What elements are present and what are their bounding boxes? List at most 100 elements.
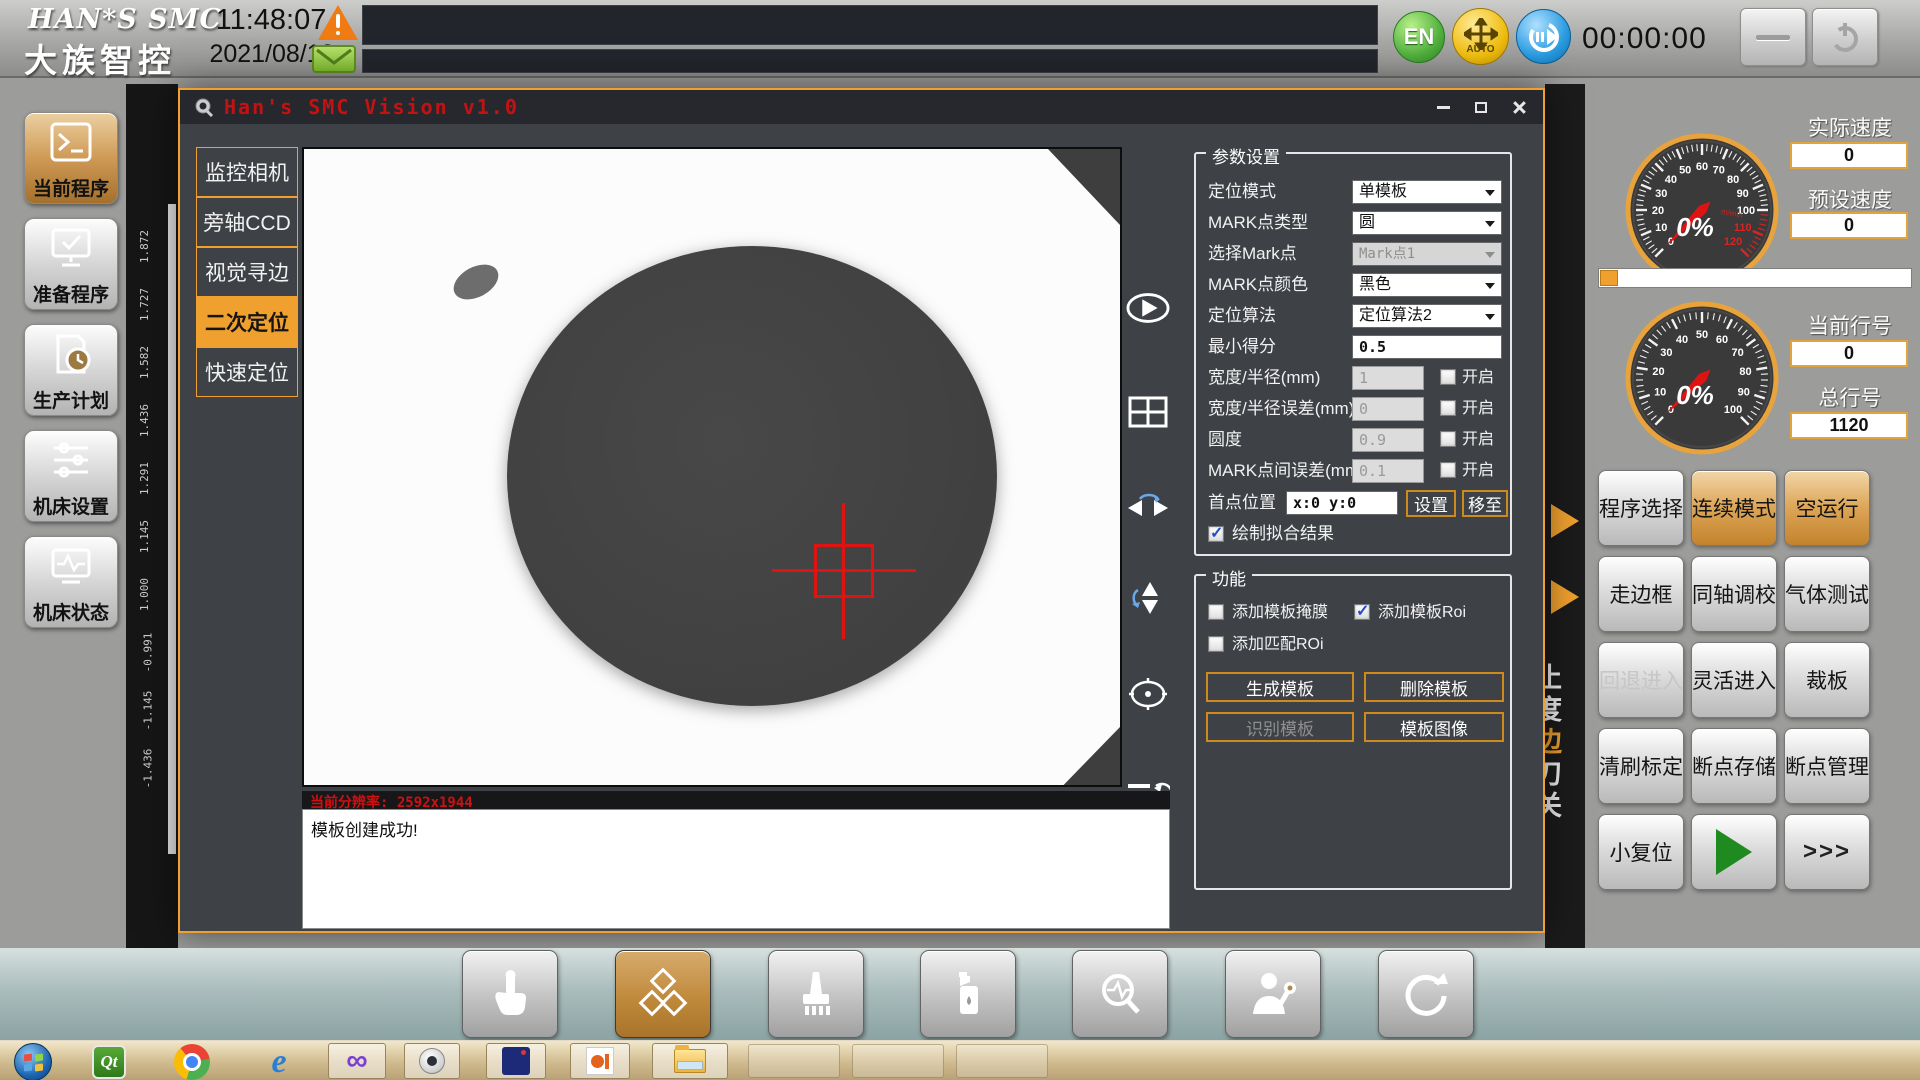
taskbar-ie-icon[interactable]: e [260, 1043, 298, 1080]
cleaning-button[interactable] [768, 950, 864, 1038]
dialog-close-button[interactable] [1505, 97, 1533, 117]
dry-run-button[interactable]: 空运行 [1784, 470, 1870, 546]
first-point-set-button[interactable]: 设置 [1406, 490, 1456, 517]
sliders-icon [54, 442, 88, 478]
sidebar-item-prepare-program[interactable]: 准备程序 [24, 218, 118, 310]
nesting-parts-button[interactable] [615, 950, 711, 1038]
dialog-maximize-button[interactable] [1467, 97, 1495, 117]
more-functions-button[interactable]: >>> [1784, 814, 1870, 890]
sidebar-item-current-program[interactable]: 当前程序 [24, 112, 118, 204]
delete-template-button[interactable]: 删除模板 [1364, 672, 1504, 702]
start-button[interactable] [14, 1043, 52, 1080]
speed-override-slider[interactable] [1598, 268, 1912, 288]
sidebar-item-machine-status[interactable]: 机床状态 [24, 536, 118, 628]
roundness-enable-checkbox[interactable] [1440, 431, 1456, 447]
slider-handle[interactable] [1600, 270, 1618, 286]
taskbar-webcam-app-item[interactable] [404, 1043, 460, 1079]
width-radius-enable-checkbox[interactable] [1440, 369, 1456, 385]
small-reset-button[interactable]: 小复位 [1598, 814, 1684, 890]
vision-log-box: 模板创建成功! [302, 809, 1170, 929]
language-en-button[interactable]: EN [1393, 11, 1445, 63]
select-value: 定位算法2 [1359, 307, 1432, 324]
button-label: 断点存储 [1692, 756, 1776, 779]
message-envelope-icon[interactable] [312, 45, 356, 73]
width-radius-error-enable-checkbox[interactable] [1440, 400, 1456, 416]
target-center-button[interactable] [1126, 672, 1170, 716]
svg-text:60: 60 [1696, 161, 1708, 173]
breakpoint-manage-button[interactable]: 断点管理 [1784, 728, 1870, 804]
cycle-run-button[interactable] [1516, 9, 1571, 64]
taskbar-chrome-icon[interactable] [174, 1044, 210, 1080]
flip-vertical-button[interactable] [1126, 576, 1170, 620]
dialog-titlebar[interactable]: Han's SMC Vision v1.0 [180, 90, 1543, 124]
oil-can-icon [959, 972, 978, 1014]
width-radius-input: 1 [1352, 366, 1424, 390]
brand-logo-cn: 大族智控 [24, 42, 176, 79]
taskbar-office-app-item[interactable] [570, 1043, 630, 1079]
taskbar-cad-app-item[interactable] [486, 1043, 546, 1079]
start-run-button[interactable] [1691, 814, 1777, 890]
continuous-mode-button[interactable]: 连续模式 [1691, 470, 1777, 546]
min-score-input[interactable]: 0.5 [1352, 335, 1502, 359]
trace-frame-button[interactable]: 走边框 [1598, 556, 1684, 632]
cubes-icon [638, 967, 688, 1017]
document-clock-icon [56, 334, 91, 374]
breakpoint-save-button[interactable]: 断点存储 [1691, 728, 1777, 804]
windows-flag-icon [35, 1063, 43, 1072]
manual-control-button[interactable] [462, 950, 558, 1038]
flip-horizontal-button[interactable] [1126, 486, 1170, 530]
taskbar-background-item[interactable] [956, 1044, 1048, 1078]
sidebar-item-machine-settings[interactable]: 机床设置 [24, 430, 118, 522]
mark-color-select[interactable]: 黑色 [1352, 273, 1502, 297]
coaxial-calibration-button[interactable]: 同轴调校 [1691, 556, 1777, 632]
bottom-toolbar [0, 948, 1920, 1040]
tab-quick-positioning[interactable]: 快速定位 [196, 347, 298, 397]
gas-test-button[interactable]: 气体测试 [1784, 556, 1870, 632]
diagnostics-button[interactable] [1072, 950, 1168, 1038]
run-capture-button[interactable] [1126, 286, 1170, 330]
preset-speed-value[interactable]: 0 [1790, 212, 1908, 239]
power-icon [1832, 23, 1858, 52]
flexible-entry-button[interactable]: 灵活进入 [1691, 642, 1777, 718]
mark-type-select[interactable]: 圆 [1352, 211, 1502, 235]
positioning-algorithm-select[interactable]: 定位算法2 [1352, 304, 1502, 328]
tab-vision-edge-find[interactable]: 视觉寻边 [196, 247, 298, 297]
mark-spacing-error-enable-checkbox[interactable] [1440, 462, 1456, 478]
program-select-button[interactable]: 程序选择 [1598, 470, 1684, 546]
tab-secondary-positioning[interactable]: 二次定位 [196, 297, 298, 347]
generate-template-button[interactable]: 生成模板 [1206, 672, 1354, 702]
cut-board-button[interactable]: 裁板 [1784, 642, 1870, 718]
clean-calibration-button[interactable]: 清刷标定 [1598, 728, 1684, 804]
lubrication-button[interactable] [920, 950, 1016, 1038]
add-template-mask-checkbox[interactable] [1208, 604, 1224, 620]
svg-text:120: 120 [1724, 236, 1742, 248]
reset-refresh-button[interactable] [1378, 950, 1474, 1038]
dialog-minimize-button[interactable] [1429, 97, 1457, 117]
power-button[interactable] [1812, 8, 1878, 66]
svg-text:90: 90 [1737, 188, 1749, 200]
taskbar-background-item[interactable] [852, 1044, 944, 1078]
ruler-label: 1.291 [138, 461, 152, 496]
first-point-move-button[interactable]: 移至 [1462, 490, 1508, 517]
first-point-position-input[interactable]: x:0 y:0 [1286, 491, 1398, 515]
taskbar-qt-icon[interactable]: Qt [92, 1045, 126, 1079]
auto-mode-button[interactable]: AUTO [1452, 8, 1509, 65]
svg-text:40: 40 [1665, 174, 1677, 186]
taskbar-file-explorer-item[interactable] [652, 1043, 728, 1079]
template-image-button[interactable]: 模板图像 [1364, 712, 1504, 742]
minimize-system-button[interactable] [1740, 8, 1806, 66]
svg-text:50: 50 [1679, 164, 1691, 176]
tab-monitor-camera[interactable]: 监控相机 [196, 147, 298, 197]
add-match-roi-checkbox[interactable] [1208, 636, 1224, 652]
maintenance-button[interactable] [1225, 950, 1321, 1038]
windows-flag-icon [24, 1063, 32, 1072]
taskbar-background-item[interactable] [748, 1044, 840, 1078]
positioning-mode-select[interactable]: 单模板 [1352, 180, 1502, 204]
add-template-roi-checkbox[interactable] [1354, 601, 1370, 621]
sidebar-item-production-plan[interactable]: 生产计划 [24, 324, 118, 416]
taskbar-visual-studio-item[interactable]: ∞ [328, 1043, 386, 1079]
draw-fit-result-checkbox[interactable] [1208, 523, 1224, 543]
tab-side-axis-ccd[interactable]: 旁轴CCD [196, 197, 298, 247]
grid-view-button[interactable] [1126, 390, 1170, 434]
camera-image-viewport[interactable] [302, 147, 1122, 787]
